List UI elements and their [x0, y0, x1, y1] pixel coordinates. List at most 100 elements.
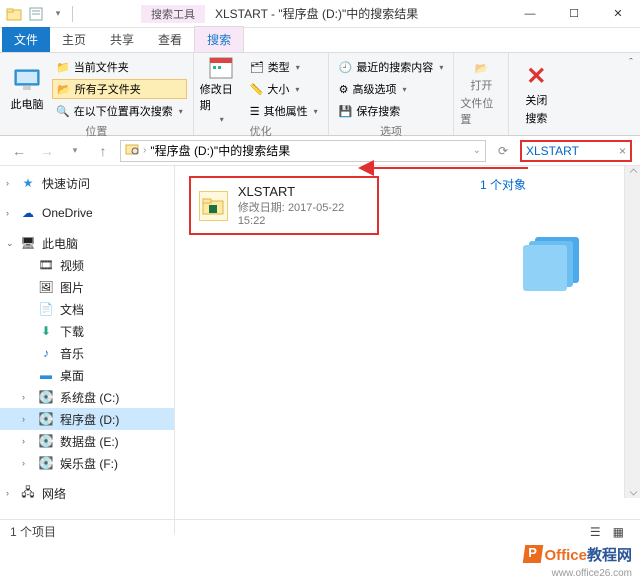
- status-bar: 1 个项目 ☰ ▦: [0, 519, 640, 543]
- breadcrumb[interactable]: › "程序盘 (D:)"中的搜索结果 ⌄: [120, 140, 486, 162]
- picture-icon: 🖼: [38, 279, 54, 295]
- recent-searches-button[interactable]: 🕘最近的搜索内容▾: [335, 57, 448, 77]
- save-search-button[interactable]: 💾保存搜索: [335, 101, 448, 121]
- view-details-icon[interactable]: ☰: [584, 525, 607, 539]
- sidebar-item-drive-c[interactable]: ›💽系统盘 (C:): [0, 386, 174, 408]
- group-options-label: 选项: [335, 121, 448, 141]
- download-icon: ⬇: [38, 323, 54, 339]
- tab-file[interactable]: 文件: [2, 27, 50, 52]
- sidebar-onedrive[interactable]: ›☁OneDrive: [0, 202, 174, 224]
- folder-small-icon: 📁: [56, 61, 70, 74]
- sidebar-network[interactable]: ›🖧网络: [0, 482, 174, 504]
- refresh-button[interactable]: ⟳: [492, 140, 514, 162]
- kind-icon: 🗂: [250, 61, 264, 74]
- sidebar-this-pc[interactable]: ⌄🖥此电脑: [0, 232, 174, 254]
- navigation-pane: ›★快速访问 ›☁OneDrive ⌄🖥此电脑 🎞视频 🖼图片 📄文档 ⬇下载 …: [0, 166, 175, 534]
- this-pc-label: 此电脑: [11, 96, 44, 112]
- sidebar-item-desktop[interactable]: ▬桌面: [0, 364, 174, 386]
- search-input[interactable]: XLSTART ×: [520, 140, 632, 162]
- breadcrumb-dropdown-icon[interactable]: ⌄: [473, 145, 481, 156]
- result-name: XLSTART: [238, 184, 369, 199]
- vertical-scrollbar[interactable]: [624, 166, 640, 498]
- desktop-icon: ▬: [38, 367, 54, 383]
- qat-dropdown-icon[interactable]: ▾: [50, 6, 66, 22]
- drive-icon: 💽: [38, 433, 54, 449]
- sidebar-item-music[interactable]: ♪音乐: [0, 342, 174, 364]
- folder-icon: [6, 6, 22, 22]
- group-refine-label: 优化: [200, 121, 322, 141]
- all-subfolders-button[interactable]: 📂所有子文件夹: [52, 79, 187, 99]
- search-value: XLSTART: [526, 144, 579, 158]
- save-icon: 💾: [339, 105, 353, 118]
- recent-icon: 🕘: [339, 61, 353, 74]
- recent-locations-button[interactable]: ▾: [64, 140, 86, 162]
- result-meta: 修改日期: 2017-05-22 15:22: [238, 199, 369, 227]
- close-x-icon: ✕: [522, 62, 550, 90]
- this-pc-button[interactable]: 此电脑: [6, 59, 48, 119]
- up-button[interactable]: ↑: [92, 140, 114, 162]
- quick-access-toolbar: ▾: [0, 6, 73, 22]
- current-folder-button[interactable]: 📁当前文件夹: [52, 57, 187, 77]
- document-icon: 📄: [38, 301, 54, 317]
- folder-result-icon: [199, 191, 228, 221]
- results-list: XLSTART 修改日期: 2017-05-22 15:22: [175, 166, 470, 534]
- address-bar: ← → ▾ ↑ › "程序盘 (D:)"中的搜索结果 ⌄ ⟳ XLSTART ×: [0, 136, 640, 166]
- qat-separator: [72, 6, 73, 22]
- calendar-icon: [207, 55, 235, 79]
- open-folder-icon: 📂: [467, 62, 495, 75]
- ribbon-group-options: 🕘最近的搜索内容▾ ⚙高级选项▾ 💾保存搜索 选项: [329, 53, 455, 135]
- watermark-icon: [523, 545, 544, 563]
- ribbon-group-location: 此电脑 📁当前文件夹 📂所有子文件夹 🔍在以下位置再次搜索▾ 位置: [0, 53, 194, 135]
- window-title: XLSTART - "程序盘 (D:)"中的搜索结果: [205, 5, 508, 22]
- sidebar-item-downloads[interactable]: ⬇下载: [0, 320, 174, 342]
- folders-icon: 📂: [57, 83, 71, 96]
- star-icon: ★: [20, 175, 36, 191]
- ribbon-collapse-button[interactable]: ˆ: [622, 53, 640, 135]
- tab-home[interactable]: 主页: [50, 27, 98, 52]
- watermark: Office教程网: [524, 544, 632, 565]
- window-controls: — ☐ ✕: [508, 0, 640, 28]
- forward-button[interactable]: →: [36, 140, 58, 162]
- sidebar-item-videos[interactable]: 🎞视频: [0, 254, 174, 276]
- music-icon: ♪: [38, 345, 54, 361]
- maximize-button[interactable]: ☐: [552, 0, 596, 28]
- search-again-button[interactable]: 🔍在以下位置再次搜索▾: [52, 101, 187, 121]
- ribbon-group-close: ✕ 关闭 搜索: [509, 53, 563, 135]
- clear-search-icon[interactable]: ×: [619, 144, 626, 158]
- sidebar-item-drive-f[interactable]: ›💽娱乐盘 (F:): [0, 452, 174, 474]
- content-area: ›★快速访问 ›☁OneDrive ⌄🖥此电脑 🎞视频 🖼图片 📄文档 ⬇下载 …: [0, 166, 640, 534]
- close-search-button[interactable]: ✕ 关闭 搜索: [515, 64, 557, 124]
- ribbon: 此电脑 📁当前文件夹 📂所有子文件夹 🔍在以下位置再次搜索▾ 位置 修改日期▾ …: [0, 52, 640, 136]
- sidebar-item-drive-d[interactable]: ›💽程序盘 (D:): [0, 408, 174, 430]
- kind-button[interactable]: 🗂类型▾: [246, 57, 322, 77]
- sidebar-item-documents[interactable]: 📄文档: [0, 298, 174, 320]
- sidebar-quick-access[interactable]: ›★快速访问: [0, 172, 174, 194]
- tab-search[interactable]: 搜索: [194, 26, 244, 52]
- date-modified-button[interactable]: 修改日期▾: [200, 59, 242, 119]
- search-result-icon: [125, 142, 139, 159]
- result-folder-xlstart[interactable]: XLSTART 修改日期: 2017-05-22 15:22: [189, 176, 379, 235]
- back-button[interactable]: ←: [8, 140, 30, 162]
- ribbon-group-refine: 修改日期▾ 🗂类型▾ 📏大小▾ ☰其他属性▾ 优化: [194, 53, 329, 135]
- watermark-url: www.office26.com: [552, 568, 632, 579]
- properties-icon[interactable]: [28, 6, 44, 22]
- preview-pane: 1 个对象: [470, 166, 640, 534]
- advanced-options-button[interactable]: ⚙高级选项▾: [335, 79, 448, 99]
- sidebar-item-drive-e[interactable]: ›💽数据盘 (E:): [0, 430, 174, 452]
- drive-icon: 💽: [38, 411, 54, 427]
- close-button[interactable]: ✕: [596, 0, 640, 28]
- network-icon: 🖧: [20, 485, 36, 501]
- other-props-button[interactable]: ☰其他属性▾: [246, 101, 322, 121]
- open-file-location-button[interactable]: 📂 打开 文件位置: [460, 64, 502, 124]
- drive-icon: 💽: [38, 455, 54, 471]
- group-location-label: 位置: [6, 121, 187, 141]
- minimize-button[interactable]: —: [508, 0, 552, 28]
- tab-view[interactable]: 查看: [146, 27, 194, 52]
- video-icon: 🎞: [38, 257, 54, 273]
- view-icons-icon[interactable]: ▦: [607, 525, 630, 539]
- preview-header: 1 个对象: [480, 176, 630, 193]
- advanced-icon: ⚙: [339, 83, 349, 96]
- sidebar-item-pictures[interactable]: 🖼图片: [0, 276, 174, 298]
- size-button[interactable]: 📏大小▾: [246, 79, 322, 99]
- tab-share[interactable]: 共享: [98, 27, 146, 52]
